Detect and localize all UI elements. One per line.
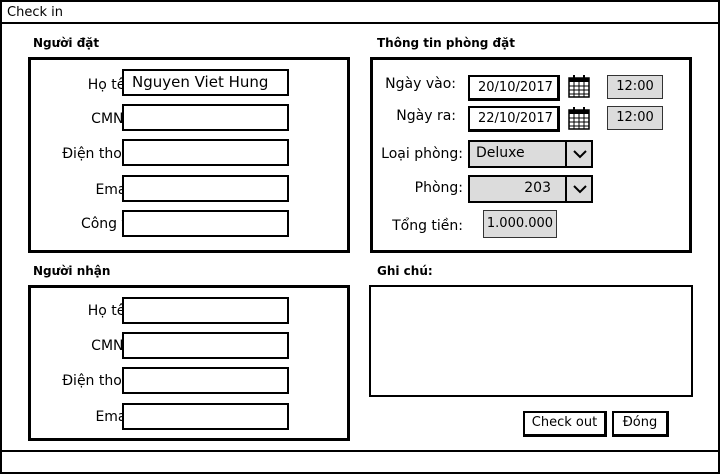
booker-email-input[interactable]	[122, 175, 289, 202]
receiver-panel: Họ tên: CMND: Điện thoại: Email:	[28, 285, 350, 441]
check-in-window: Check in Người đặt Họ tên: Nguyen Viet H…	[0, 0, 720, 474]
notes-section-title: Ghi chú:	[377, 264, 433, 278]
receiver-id-input[interactable]	[122, 332, 289, 359]
checkout-button[interactable]: Check out	[523, 411, 607, 437]
checkout-date-input[interactable]: 22/10/2017	[468, 106, 560, 132]
booker-phone-input[interactable]	[122, 139, 289, 166]
title-bar: Check in	[2, 2, 718, 24]
booker-name-input[interactable]: Nguyen Viet Hung	[122, 69, 289, 96]
calendar-icon[interactable]	[568, 74, 590, 98]
room-type-select[interactable]: Deluxe	[468, 140, 593, 168]
close-button[interactable]: Đóng	[612, 411, 669, 437]
receiver-email-input[interactable]	[122, 403, 289, 430]
window-title: Check in	[7, 5, 63, 20]
checkin-label: Ngày vào:	[385, 76, 456, 92]
checkin-date-input[interactable]: 20/10/2017	[468, 75, 560, 101]
notes-textarea[interactable]	[369, 285, 693, 397]
room-label: Phòng:	[414, 180, 463, 196]
room-value: 203	[524, 180, 551, 196]
checkin-time-input[interactable]: 12:00	[607, 75, 663, 99]
room-type-label: Loại phòng:	[381, 146, 463, 162]
booking-section-title: Thông tin phòng đặt	[377, 36, 515, 50]
chevron-down-icon[interactable]	[565, 177, 591, 201]
receiver-phone-input[interactable]	[122, 367, 289, 394]
room-type-value: Deluxe	[476, 145, 525, 161]
checkout-time-input[interactable]: 12:00	[607, 106, 663, 130]
booker-section-title: Người đặt	[33, 36, 100, 50]
total-label: Tổng tiền:	[392, 218, 463, 234]
receiver-name-input[interactable]	[122, 297, 289, 324]
checkout-label: Ngày ra:	[396, 108, 456, 124]
booking-panel: Ngày vào: 20/10/2017 12:00 Ngày ra: 22/1…	[370, 57, 692, 253]
booker-id-input[interactable]	[122, 104, 289, 131]
room-select[interactable]: 203	[468, 175, 593, 203]
receiver-section-title: Người nhận	[33, 264, 111, 278]
total-value: 1.000.000	[483, 210, 557, 238]
calendar-icon[interactable]	[568, 106, 590, 130]
booker-panel: Họ tên: Nguyen Viet Hung CMND: Điện thoạ…	[28, 57, 350, 253]
booker-company-input[interactable]	[122, 210, 289, 237]
chevron-down-icon[interactable]	[565, 142, 591, 166]
status-bar-divider	[2, 450, 718, 452]
